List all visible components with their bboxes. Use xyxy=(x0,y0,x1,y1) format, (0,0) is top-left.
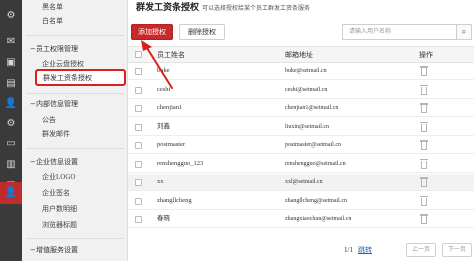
trash-icon[interactable] xyxy=(420,195,428,206)
row-checkbox[interactable] xyxy=(135,142,142,149)
sidebar-group-staff-permissions[interactable]: −员工权限管理 xyxy=(30,43,78,55)
table-row[interactable]: xx xxl@setmail.cn xyxy=(128,174,474,191)
employee-name: 春晓 xyxy=(157,215,170,222)
sidebar-item-company-signature[interactable]: 企业签名 xyxy=(42,187,70,199)
admin-user-icon[interactable]: 👤 xyxy=(0,182,22,204)
employee-email: zhangllcheng@setmail.cn xyxy=(285,197,348,204)
sidebar-item-browser-title[interactable]: 浏览器标题 xyxy=(42,219,77,231)
table-row[interactable]: zhangllcheng zhangllcheng@setmail.cn xyxy=(128,193,474,210)
page-count: 1/1 xyxy=(344,246,353,254)
sidebar-divider xyxy=(26,35,124,36)
prev-page-button[interactable]: 上一页 xyxy=(406,243,436,257)
delete-authorization-button[interactable]: 删除授权 xyxy=(179,24,225,40)
sidebar-divider xyxy=(26,148,124,149)
employee-email: ceshi@setmail.cn xyxy=(285,86,328,93)
user-icon[interactable]: 👤 xyxy=(4,98,18,110)
employee-email: liuxin@setmail.cn xyxy=(285,123,330,130)
sidebar: 黑名单 白名单 −员工权限管理 企业云盘授权 群发工资条授权 −内部信息管理 公… xyxy=(22,0,128,261)
gear-icon[interactable]: ⚙ xyxy=(4,10,18,22)
table-row[interactable]: 春晓 zhangxiaochun@setmail.cn xyxy=(128,211,474,228)
row-checkbox[interactable] xyxy=(135,105,142,112)
page-title: 群发工资条授权 可以选择授权给某个员工群发工资条服务 xyxy=(136,0,310,14)
main-content: 群发工资条授权可以选择授权给某个员工群发工资条服务 添加授权 删除授权 ⌕ 员工… xyxy=(128,0,474,261)
search-input[interactable] xyxy=(342,24,457,40)
jump-link[interactable]: 跳转 xyxy=(358,243,372,257)
row-checkbox[interactable] xyxy=(135,68,142,75)
table-row[interactable]: buke buke@setmail.cn xyxy=(128,63,474,80)
employee-email: xxl@setmail.cn xyxy=(285,179,323,185)
table-header: 员工姓名 邮箱地址 操作 xyxy=(128,46,474,63)
table-row[interactable]: 刘鑫 liuxin@setmail.cn xyxy=(128,119,474,136)
select-all-checkbox[interactable] xyxy=(135,51,142,58)
mail-icon[interactable]: ✉ xyxy=(4,36,18,48)
sidebar-group-label: 增值服务设置 xyxy=(36,246,78,254)
employee-name: 刘鑫 xyxy=(157,122,170,130)
sidebar-group-label: 员工权限管理 xyxy=(36,45,78,53)
column-header-action: 操作 xyxy=(419,51,433,59)
page-description: 可以选择授权给某个员工群发工资条服务 xyxy=(202,6,311,12)
trash-icon[interactable] xyxy=(420,177,428,187)
employee-name: postmaster xyxy=(157,141,186,148)
settings-circle-icon[interactable]: ⚙ xyxy=(4,118,18,130)
employee-name: chenjian1 xyxy=(157,104,183,111)
employee-email: zhangxiaochun@setmail.cn xyxy=(285,216,352,222)
search-icon[interactable]: ⌕ xyxy=(457,24,472,40)
pagination: 1/1 跳转 上一页 下一页 xyxy=(344,243,474,257)
sidebar-item-announcement[interactable]: 公告 xyxy=(42,114,56,126)
row-checkbox[interactable] xyxy=(135,197,142,205)
row-checkbox[interactable] xyxy=(135,216,142,223)
add-authorization-button[interactable]: 添加授权 xyxy=(131,24,173,40)
monitor-icon[interactable]: ▭ xyxy=(4,138,18,150)
sidebar-group-label: 内部信息管理 xyxy=(36,100,78,108)
sidebar-group-value-added[interactable]: −增值服务设置 xyxy=(30,244,78,256)
employee-email: chenjian1@setmail.cn xyxy=(285,105,339,111)
trash-icon[interactable] xyxy=(420,121,428,132)
sidebar-divider xyxy=(26,238,124,239)
row-checkbox[interactable] xyxy=(135,160,142,168)
sidebar-item-company-logo[interactable]: 企业LOGO xyxy=(42,171,75,183)
sidebar-group-label: 企业信息设置 xyxy=(36,158,78,166)
sidebar-item-user-count-detail[interactable]: 用户数明细 xyxy=(42,203,77,215)
trash-icon[interactable] xyxy=(420,158,428,169)
sidebar-item-payslip-auth[interactable]: 群发工资条授权 xyxy=(35,69,126,86)
row-checkbox[interactable] xyxy=(135,179,142,186)
sidebar-group-company-settings[interactable]: −企业信息设置 xyxy=(30,156,78,168)
column-header-email: 邮箱地址 xyxy=(285,51,313,59)
table-row[interactable]: renshengguo_123 renshengguo@setmail.cn xyxy=(128,156,474,173)
sidebar-item-label: 群发工资条授权 xyxy=(43,74,92,82)
employee-name: renshengguo_123 xyxy=(157,159,204,167)
trash-icon[interactable] xyxy=(420,214,428,224)
table-row[interactable]: postmaster postmaster@setmail.cn xyxy=(128,137,474,154)
column-header-name: 员工姓名 xyxy=(157,51,185,59)
employee-name: ceshi xyxy=(157,85,171,93)
table-row[interactable]: chenjian1 chenjian1@setmail.cn xyxy=(128,100,474,117)
address-book-icon[interactable]: ▥ xyxy=(4,159,18,171)
row-checkbox[interactable] xyxy=(135,123,142,131)
employee-name: buke xyxy=(157,67,170,74)
sidebar-item-whitelist[interactable]: 白名单 xyxy=(42,15,63,27)
trash-icon[interactable] xyxy=(420,140,428,150)
sidebar-divider xyxy=(26,93,124,94)
employee-email: postmaster@setmail.cn xyxy=(285,142,342,148)
employee-email: renshengguo@setmail.cn xyxy=(285,160,346,167)
trash-icon[interactable] xyxy=(420,66,428,76)
contact-card-icon[interactable]: ▣ xyxy=(4,57,18,69)
sidebar-item-blacklist[interactable]: 黑名单 xyxy=(42,1,63,13)
sidebar-item-mass-mail[interactable]: 群发邮件 xyxy=(42,128,70,140)
table-row[interactable]: ceshi ceshi@setmail.cn xyxy=(128,82,474,99)
next-page-button[interactable]: 下一页 xyxy=(442,243,472,257)
trash-icon[interactable] xyxy=(420,103,428,113)
employee-name: zhangllcheng xyxy=(157,196,192,204)
sidebar-group-internal-info[interactable]: −内部信息管理 xyxy=(30,98,78,110)
row-checkbox[interactable] xyxy=(135,86,142,94)
app-window: ⚙✉▣▤👤⚙▭▥▦👤 黑名单 白名单 −员工权限管理 企业云盘授权 群发工资条授… xyxy=(0,0,474,261)
page-title-text: 群发工资条授权 xyxy=(136,2,200,12)
document-icon[interactable]: ▤ xyxy=(4,78,18,90)
employee-email: buke@setmail.cn xyxy=(285,68,327,74)
employee-name: xx xyxy=(157,178,164,185)
trash-icon[interactable] xyxy=(420,84,428,95)
icon-rail: ⚙✉▣▤👤⚙▭▥▦👤 xyxy=(0,0,22,261)
